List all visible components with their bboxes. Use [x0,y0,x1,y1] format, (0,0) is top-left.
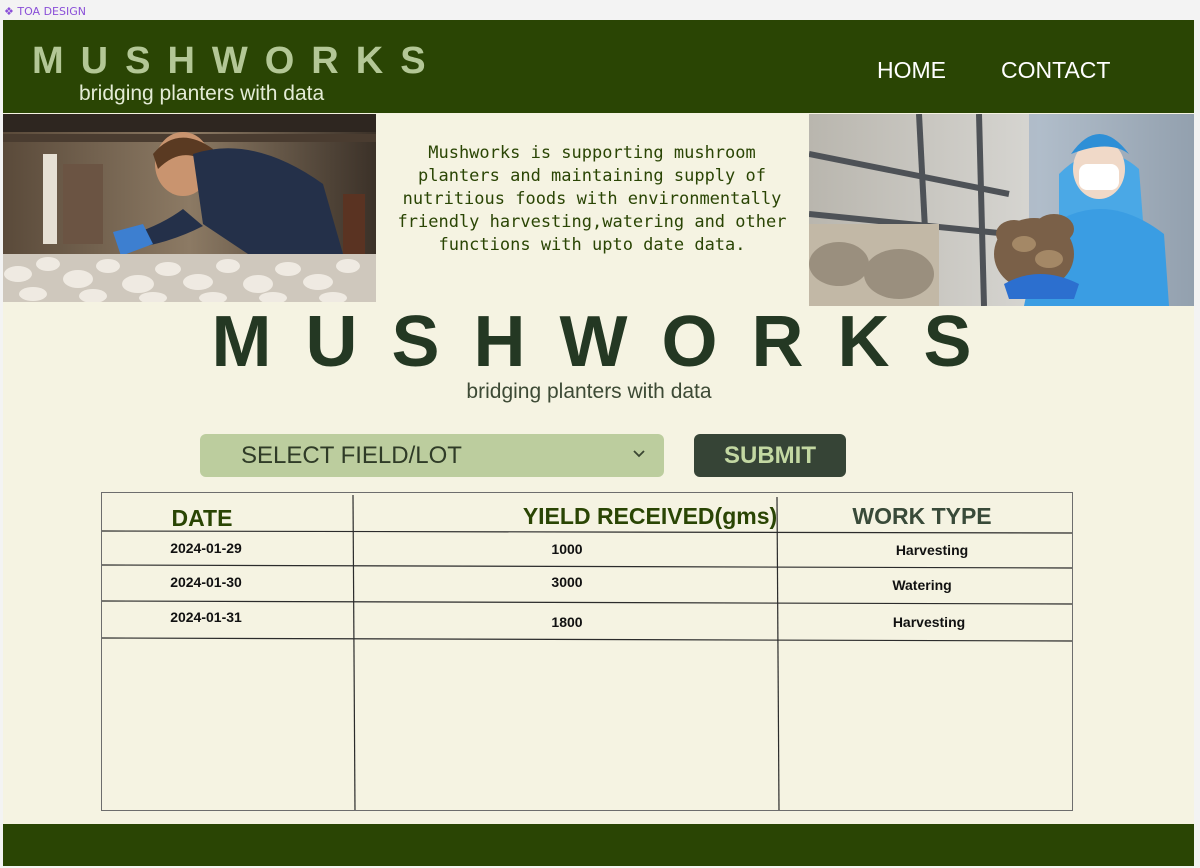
row-2-yield: 3000 [551,574,583,590]
header-yield: YIELD RECEIVED(gms) [522,503,778,529]
yield-table: DATE YIELD RECEIVED(gms) WORK TYPE 2024-… [101,492,1073,811]
row-1-yield: 1000 [551,541,583,557]
page-frame: MUSHWORKS bridging planters with data HO… [3,20,1194,866]
brand-subtitle: bridging planters with data [79,82,325,105]
row-1-date: 2024-01-29 [170,540,242,556]
main-title: MUSHWORKS [211,302,1006,382]
header-date: DATE [171,505,233,531]
main-subtitle: bridging planters with data [466,380,712,403]
select-label: SELECT FIELD/LOT [241,442,462,469]
frame-label: ❖ TOA DESIGN [4,5,86,18]
header-work-type: WORK TYPE [852,503,992,529]
site-footer [3,824,1194,866]
submit-button[interactable]: SUBMIT [694,434,846,477]
nav-home-link[interactable]: HOME [877,59,946,82]
row-3-work-type: Harvesting [892,614,966,630]
field-lot-select[interactable]: SELECT FIELD/LOT [200,434,664,477]
hero-image-farmer [3,114,376,302]
nav-contact-link[interactable]: CONTACT [1001,59,1110,82]
row-2-work-type: Watering [892,577,952,593]
site-header: MUSHWORKS bridging planters with data HO… [3,20,1194,113]
brand-title: MUSHWORKS [32,40,443,82]
row-3-date: 2024-01-31 [170,609,242,625]
chevron-down-icon [633,450,645,458]
hero-description: Mushworks is supporting mushroom planter… [397,143,787,255]
hero-image-worker [809,114,1194,306]
row-2-date: 2024-01-30 [170,574,242,590]
row-3-yield: 1800 [551,614,583,630]
row-1-work-type: Harvesting [895,542,969,558]
